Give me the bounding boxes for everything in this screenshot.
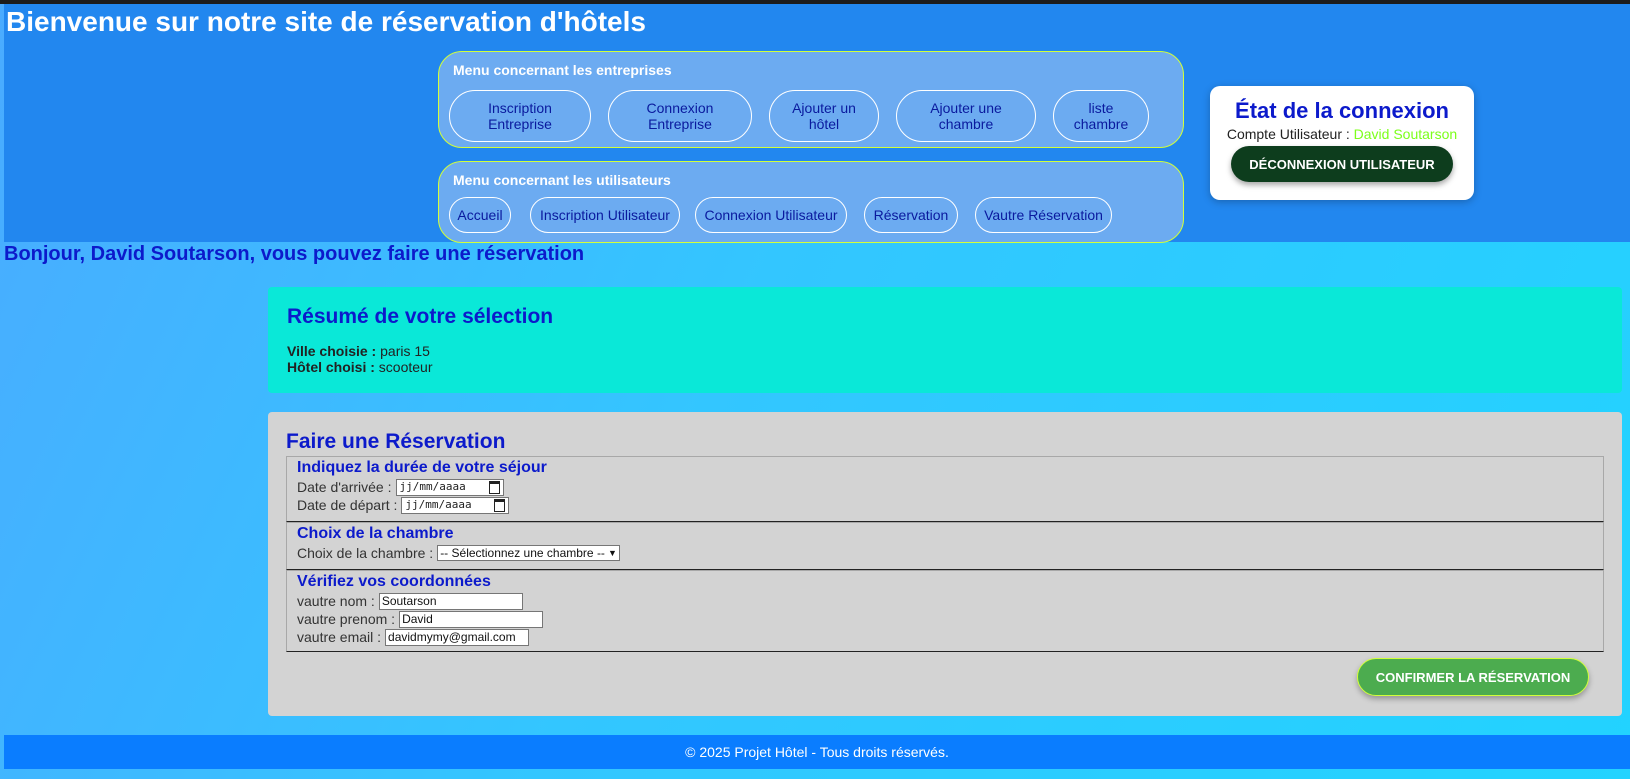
- stay-duration-legend: Indiquez la durée de votre séjour: [297, 459, 547, 476]
- site-title: Bienvenue sur notre site de réservation …: [6, 6, 646, 37]
- summary-title: Résumé de votre sélection: [287, 305, 554, 328]
- ajouter-chambre-button[interactable]: Ajouter une chambre: [896, 90, 1036, 142]
- city-row: Ville choisie : paris 15: [287, 343, 1603, 359]
- room-choice-fieldset: Choix de la chambre Choix de la chambre …: [286, 522, 1604, 570]
- hotel-row: Hôtel choisi : scooteur: [287, 359, 1603, 375]
- prenom-input[interactable]: [399, 610, 544, 628]
- chevron-down-icon: ▼: [607, 548, 617, 558]
- hotel-label: Hôtel choisi :: [287, 359, 375, 375]
- arrival-row: Date d'arrivée : jj/mm/aaaa: [297, 478, 1593, 496]
- accueil-button[interactable]: Accueil: [449, 197, 511, 233]
- calendar-icon[interactable]: [494, 498, 506, 512]
- contact-fieldset: Vérifiez vos coordonnées vautre nom : va…: [286, 570, 1604, 652]
- email-label: vautre email :: [297, 629, 382, 645]
- site-header: Bienvenue sur notre site de réservation …: [4, 4, 1630, 243]
- ajouter-hotel-button[interactable]: Ajouter un hôtel: [769, 90, 879, 142]
- reservation-title: Faire une Réservation: [286, 430, 506, 453]
- inscription-utilisateur-button[interactable]: Inscription Utilisateur: [530, 197, 680, 233]
- vautre-reservation-button[interactable]: Vautre Réservation: [975, 197, 1112, 233]
- prenom-row: vautre prenom :: [297, 610, 1593, 628]
- email-input[interactable]: [385, 628, 530, 646]
- summary-details: Ville choisie : paris 15 Hôtel choisi : …: [287, 343, 1603, 375]
- nom-row: vautre nom :: [297, 592, 1593, 610]
- connexion-utilisateur-button[interactable]: Connexion Utilisateur: [695, 197, 847, 233]
- hotel-value: scooteur: [378, 359, 433, 375]
- connection-status-card: État de la connexion Compte Utilisateur …: [1210, 86, 1474, 200]
- inscription-entreprise-button[interactable]: Inscription Entreprise: [449, 90, 591, 142]
- departure-label: Date de départ :: [297, 497, 398, 513]
- account-user-name: David Soutarson: [1353, 126, 1458, 142]
- departure-date-placeholder: jj/mm/aaaa: [405, 498, 472, 511]
- menu-utilisateurs-title: Menu concernant les utilisateurs: [453, 172, 671, 188]
- greeting-message: Bonjour, David Soutarson, vous pouvez fa…: [4, 243, 585, 265]
- city-value: paris 15: [380, 343, 430, 359]
- room-label: Choix de la chambre :: [297, 545, 434, 561]
- connection-status-title: État de la connexion: [1235, 98, 1449, 123]
- calendar-icon[interactable]: [488, 480, 500, 494]
- reservation-form: Faire une Réservation Indiquez la durée …: [268, 412, 1622, 716]
- room-row: Choix de la chambre : -- Sélectionnez un…: [297, 544, 1593, 562]
- prenom-label: vautre prenom :: [297, 611, 396, 627]
- room-select[interactable]: -- Sélectionnez une chambre -- ▼: [437, 545, 620, 561]
- nom-label: vautre nom :: [297, 593, 375, 609]
- reservation-button[interactable]: Réservation: [864, 197, 958, 233]
- confirm-reservation-button[interactable]: CONFIRMER LA RÉSERVATION: [1357, 658, 1589, 696]
- liste-chambre-button[interactable]: liste chambre: [1053, 90, 1149, 142]
- arrival-date-input[interactable]: jj/mm/aaaa: [395, 478, 504, 496]
- arrival-date-placeholder: jj/mm/aaaa: [399, 480, 466, 493]
- menu-entreprises-title: Menu concernant les entreprises: [453, 62, 672, 78]
- email-row: vautre email :: [297, 628, 1593, 646]
- menu-entreprises: Menu concernant les entreprises Inscript…: [438, 51, 1184, 148]
- departure-date-input[interactable]: jj/mm/aaaa: [401, 496, 510, 514]
- room-select-value: -- Sélectionnez une chambre --: [440, 546, 605, 560]
- selection-summary: Résumé de votre sélection Ville choisie …: [268, 287, 1622, 393]
- logout-button[interactable]: DÉCONNEXION UTILISATEUR: [1231, 146, 1453, 182]
- contact-legend: Vérifiez vos coordonnées: [297, 573, 491, 590]
- stay-duration-fieldset: Indiquez la durée de votre séjour Date d…: [286, 456, 1604, 522]
- departure-row: Date de départ : jj/mm/aaaa: [297, 496, 1593, 514]
- site-footer: © 2025 Projet Hôtel - Tous droits réserv…: [4, 735, 1630, 769]
- account-line: Compte Utilisateur : David Soutarson: [1210, 126, 1474, 142]
- nom-input[interactable]: [378, 592, 523, 610]
- arrival-label: Date d'arrivée :: [297, 479, 392, 495]
- footer-text: © 2025 Projet Hôtel - Tous droits réserv…: [685, 744, 949, 760]
- connexion-entreprise-button[interactable]: Connexion Entreprise: [608, 90, 752, 142]
- city-label: Ville choisie :: [287, 343, 377, 359]
- account-label: Compte Utilisateur :: [1226, 126, 1350, 142]
- room-choice-legend: Choix de la chambre: [297, 525, 454, 542]
- menu-utilisateurs: Menu concernant les utilisateurs Accueil…: [438, 161, 1184, 243]
